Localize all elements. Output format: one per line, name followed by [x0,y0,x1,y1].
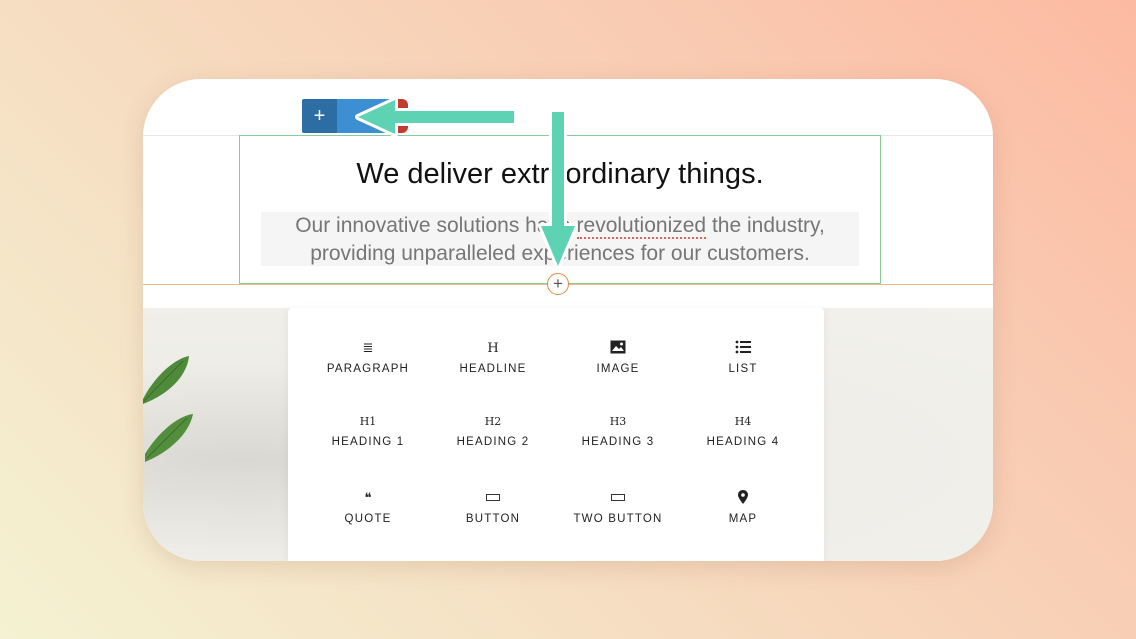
block-option-label: HEADING 2 [456,436,530,448]
block-option-paragraph[interactable]: ≣ PARAGRAPH [301,340,435,400]
block-option-label: HEADING 4 [706,436,780,448]
block-option-map[interactable]: MAP [676,490,810,550]
quote-icon: ❝ [364,491,372,506]
two-button-icon [551,490,685,508]
subtext-part-c: the industry, [706,214,825,237]
block-option-label: HEADING 3 [581,436,655,448]
block-option-two-button[interactable]: TWO BUTTON [551,490,685,550]
block-option-label: TWO BUTTON [573,513,663,525]
block-option-label: MAP [728,513,758,525]
block-option-button[interactable]: BUTTON [426,490,560,550]
section-subtext[interactable]: Our innovative solutions have revolution… [261,212,859,266]
subtext-part-a: Our innovative solutions have [295,214,577,237]
insert-block-button[interactable]: + [547,273,569,295]
list-icon [676,340,810,358]
heading1-icon: H1 [359,415,377,428]
selected-text-section[interactable]: We deliver extraordinary things. Our inn… [239,135,881,284]
block-option-label: PARAGRAPH [326,363,410,375]
section-headline[interactable]: We deliver extraordinary things. [240,158,880,191]
leaf-image [143,356,193,462]
block-option-heading-4[interactable]: H4 HEADING 4 [676,413,810,473]
subtext-line-2: providing unparalleled experiences for o… [310,242,810,265]
block-option-heading-2[interactable]: H2 HEADING 2 [426,413,560,473]
toolbar-red-tab[interactable] [394,99,408,133]
heading3-icon: H3 [609,415,627,428]
heading2-icon: H2 [484,415,502,428]
block-option-heading-3[interactable]: H3 HEADING 3 [551,413,685,473]
block-option-label: LIST [728,363,758,375]
heading4-icon: H4 [734,415,752,428]
toolbar-extension[interactable] [337,99,401,133]
block-option-label: HEADING 1 [331,436,405,448]
block-picker-panel: ≣ PARAGRAPH H HEADLINE IMAGE LIST H1 HEADING 1H… [288,308,824,561]
block-option-heading-1[interactable]: H1 HEADING 1 [301,413,435,473]
paragraph-icon: ≣ [362,341,374,356]
map-pin-icon [676,490,810,508]
block-option-label: QUOTE [344,513,392,525]
button-icon [426,490,560,508]
add-block-button[interactable]: + [302,99,337,133]
block-option-headline[interactable]: H HEADLINE [426,340,560,400]
image-icon [551,340,685,358]
editor-card: + We deliver extraordinary things. Our i… [143,79,993,561]
block-option-image[interactable]: IMAGE [551,340,685,400]
block-option-label: HEADLINE [459,363,527,375]
spellcheck-word: revolutionized [576,214,707,239]
block-option-list[interactable]: LIST [676,340,810,400]
block-option-label: BUTTON [465,513,521,525]
headline-icon: H [487,341,499,356]
block-option-label: IMAGE [596,363,640,375]
block-option-quote[interactable]: ❝ QUOTE [301,490,435,550]
